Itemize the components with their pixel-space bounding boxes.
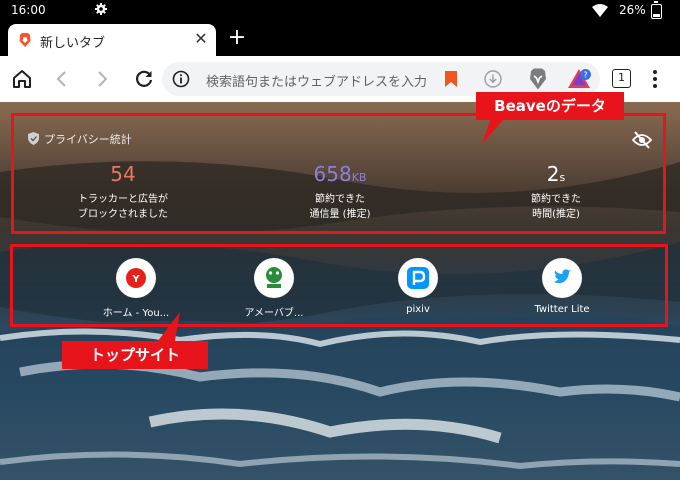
forward-icon[interactable] (90, 67, 114, 91)
tab-count-button[interactable]: 1 (612, 69, 631, 88)
stat-time-label: 節約できた 時間(推定) (531, 194, 581, 220)
home-icon[interactable] (10, 67, 34, 91)
tab-new-tab[interactable]: 新しいタブ ✕ (8, 24, 216, 56)
top-site-pixiv[interactable]: pixiv (363, 258, 473, 315)
stat-bandwidth-label: 節約できた 通信量 (推定) (309, 194, 371, 220)
top-site-twitter[interactable]: Twitter Lite (507, 258, 617, 315)
eye-off-icon[interactable] (632, 131, 652, 149)
svg-text:Y: Y (131, 274, 140, 285)
ameba-icon (254, 258, 294, 298)
twitter-icon (542, 258, 582, 298)
stat-trackers-blocked: 54 トラッカーと広告が ブロックされました (60, 162, 186, 222)
top-site-label: Twitter Lite (534, 304, 590, 315)
top-site-label: pixiv (406, 304, 430, 315)
battery-percent: 26% (619, 3, 646, 17)
close-tab-icon[interactable]: ✕ (192, 30, 210, 48)
new-tab-button[interactable]: + (226, 27, 248, 49)
reload-icon[interactable] (132, 67, 156, 91)
status-time: 16:00 (11, 3, 46, 17)
stat-trackers-value: 54 (110, 162, 136, 186)
tab-title: 新しいタブ (40, 36, 106, 51)
top-site-ameba[interactable]: アメーバブ... (219, 258, 329, 319)
tab-strip: 新しいタブ ✕ + (0, 22, 680, 56)
search-input[interactable]: 検索語句またはウェブアドレスを入力 (206, 71, 434, 90)
stat-time-saved: 2s 節約できた 時間(推定) (498, 162, 614, 222)
address-bar[interactable]: 検索語句またはウェブアドレスを入力 ? (162, 62, 600, 96)
status-bar: 16:00 26% (0, 0, 680, 22)
privacy-stats-title: プライバシー統計 (44, 133, 132, 146)
shield-icon (28, 132, 39, 145)
battery-icon (651, 1, 662, 19)
info-icon[interactable] (172, 70, 190, 88)
stat-time-value: 2s (546, 162, 566, 186)
bookmark-icon[interactable] (445, 71, 457, 87)
pixiv-icon (398, 258, 438, 298)
more-menu-icon[interactable] (652, 68, 658, 90)
stats-callout-label: Beaveのデータ (476, 92, 624, 120)
stat-trackers-label: トラッカーと広告が ブロックされました (78, 194, 168, 220)
top-site-youtube[interactable]: Y ホーム - You... (81, 258, 191, 319)
brave-rewards-icon[interactable]: ? (568, 68, 592, 90)
stat-bandwidth-saved: 658KB 節約できた 通信量 (推定) (282, 162, 398, 222)
svg-text:?: ? (583, 71, 587, 80)
stat-bandwidth-value: 658KB (313, 162, 367, 186)
download-icon[interactable] (484, 70, 502, 88)
brave-favicon-icon (19, 33, 31, 47)
back-icon[interactable] (50, 67, 74, 91)
sites-callout-label: トップサイト (62, 341, 208, 369)
brave-shields-icon[interactable] (528, 68, 548, 90)
top-site-label: アメーバブ... (244, 308, 304, 319)
gear-icon (95, 3, 107, 15)
wifi-icon (592, 4, 608, 17)
youtube-y-icon: Y (116, 258, 156, 298)
